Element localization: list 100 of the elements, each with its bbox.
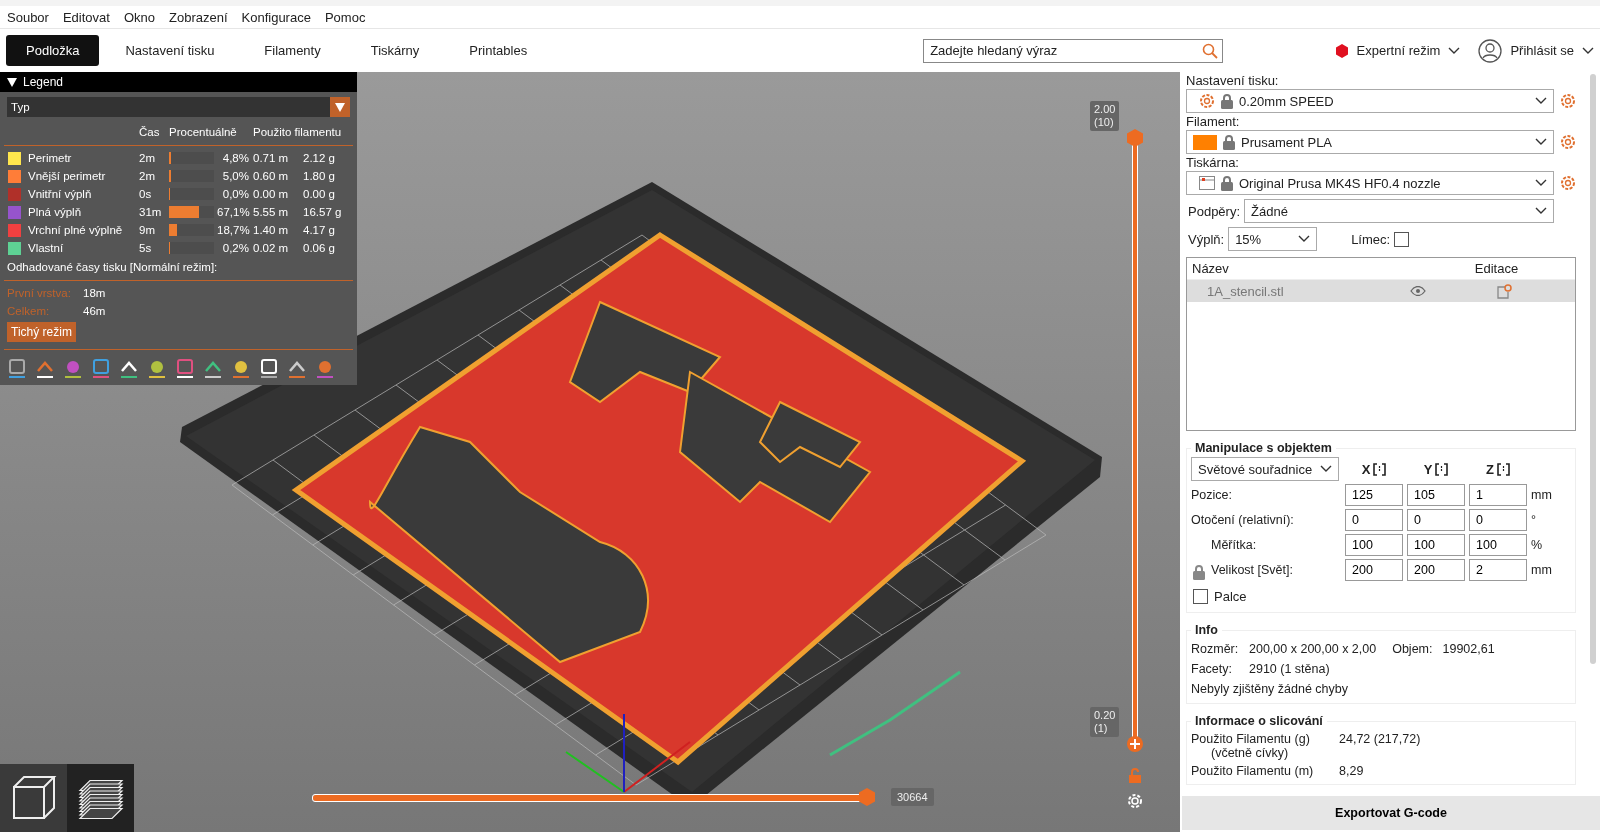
- export-gcode-button[interactable]: Exportovat G-code: [1182, 796, 1600, 830]
- edit-icon[interactable]: [1496, 283, 1512, 299]
- preset-label: Filament:: [1186, 114, 1241, 130]
- 3d-viewport[interactable]: [0, 72, 1180, 832]
- info-label: Objem:: [1392, 642, 1433, 656]
- tab[interactable]: Filamenty: [240, 35, 345, 66]
- percent-value: 0,2%: [221, 242, 250, 254]
- axis-label: Z: [1486, 461, 1494, 477]
- number-field[interactable]: 0: [1469, 509, 1527, 531]
- move-value: 30664: [891, 788, 934, 806]
- number-field[interactable]: 100: [1345, 534, 1403, 556]
- tab[interactable]: Tiskárny: [346, 35, 444, 66]
- length-value: 0.71 m: [253, 152, 290, 164]
- chevron-down-icon: [1320, 465, 1332, 473]
- lock-icon: [1221, 175, 1233, 191]
- percent-value: 4,8%: [221, 152, 250, 164]
- number-field[interactable]: 100: [1469, 534, 1527, 556]
- length-value: 0.00 m: [253, 188, 290, 200]
- menu-item[interactable]: Okno: [123, 9, 155, 25]
- settings-icon[interactable]: [1560, 93, 1576, 109]
- tab[interactable]: Printables: [445, 35, 552, 66]
- time-value: 31m: [139, 206, 163, 218]
- coordinates-dropdown[interactable]: Světové souřadnice: [1191, 457, 1339, 481]
- time-value: 9m: [139, 224, 156, 236]
- dropdown-arrow-icon: [335, 102, 345, 112]
- chevron-down-icon: [1535, 179, 1547, 187]
- weight-value: 0.00 g: [303, 188, 336, 200]
- number-field[interactable]: 0: [1345, 509, 1403, 531]
- unit-label: °: [1531, 513, 1537, 527]
- menu-item[interactable]: Pomoc: [324, 9, 366, 25]
- number-field[interactable]: 125: [1345, 484, 1403, 506]
- menu-item[interactable]: Soubor: [7, 9, 49, 25]
- feature-name: Perimetr: [28, 152, 73, 164]
- feature-name: Vnější perimetr: [28, 170, 107, 182]
- slider-thumb[interactable]: [858, 788, 876, 806]
- drop-to-bed-icon[interactable]: [1435, 462, 1449, 476]
- weight-value: 4.17 g: [303, 224, 336, 236]
- length-value: 0.02 m: [253, 242, 290, 254]
- length-value: 0.60 m: [253, 170, 290, 182]
- layer-label: 2.00 (10): [1090, 101, 1120, 131]
- view-type-dropdown[interactable]: Typ: [7, 97, 350, 117]
- tab[interactable]: Podložka: [6, 35, 100, 66]
- preview-button[interactable]: [67, 764, 134, 832]
- number-field[interactable]: 100: [1407, 534, 1465, 556]
- number-field[interactable]: 200: [1407, 559, 1465, 581]
- legend-title: Legend: [23, 75, 64, 89]
- feature-name: Vlastní: [28, 242, 65, 254]
- feature-name: Plná výplň: [28, 206, 83, 218]
- settings-icon[interactable]: [1126, 792, 1144, 810]
- number-field[interactable]: 1: [1469, 484, 1527, 506]
- preset-dropdown[interactable]: Original Prusa MK4S HF0.4 nozzle: [1186, 171, 1554, 195]
- info-label: Rozměr:: [1191, 642, 1239, 656]
- lock-icon[interactable]: [1193, 565, 1205, 580]
- drop-to-bed-icon[interactable]: [1496, 462, 1510, 476]
- menu-item[interactable]: Zobrazení: [169, 9, 228, 25]
- collapse-triangle-icon[interactable]: [7, 77, 17, 87]
- silent-mode-button[interactable]: Tichý režim: [7, 322, 76, 342]
- time-value: 0s: [139, 188, 153, 200]
- field-label: Měřítka:: [1211, 538, 1258, 552]
- number-field[interactable]: 2: [1469, 559, 1527, 581]
- time-label: První vrstva:: [7, 287, 72, 299]
- layer-slider[interactable]: [1126, 128, 1144, 754]
- preset-label: Tiskárna:: [1186, 155, 1240, 171]
- drop-to-bed-icon[interactable]: [1373, 462, 1387, 476]
- slider-thumb[interactable]: [1126, 129, 1144, 147]
- feature-name: Vnitřní výplň: [28, 188, 93, 200]
- chevron-down-icon: [1535, 207, 1547, 215]
- length-value: 5.55 m: [253, 206, 290, 218]
- weight-value: 0.06 g: [303, 242, 336, 254]
- number-field[interactable]: 0: [1407, 509, 1465, 531]
- preset-dropdown[interactable]: Prusament PLA: [1186, 130, 1554, 154]
- menu-item[interactable]: Editovat: [62, 9, 110, 25]
- info-value: 200,00 x 200,00 x 2,00: [1249, 642, 1377, 656]
- settings-icon[interactable]: [1560, 175, 1576, 191]
- infill-dropdown[interactable]: 15%: [1228, 227, 1318, 251]
- estimate-title: Odhadované časy tisku [Normální režim]:: [6, 260, 219, 275]
- slider-thumb[interactable]: [1126, 735, 1144, 753]
- eye-icon[interactable]: [1410, 286, 1426, 296]
- scrollbar[interactable]: [1590, 74, 1596, 664]
- time-value: 18m: [83, 287, 106, 299]
- menu-item[interactable]: Konfigurace: [241, 9, 311, 25]
- axis-label: X: [1361, 461, 1371, 477]
- weight-value: 2.12 g: [303, 152, 336, 164]
- inches-label: Palce: [1214, 589, 1247, 604]
- chevron-down-icon: [1535, 97, 1547, 105]
- mode-selector[interactable]: Expertní režim: [1356, 43, 1441, 58]
- tab[interactable]: Nastavení tisku: [101, 35, 239, 66]
- lock-icon: [1223, 134, 1235, 150]
- settings-icon[interactable]: [1560, 134, 1576, 150]
- login-button[interactable]: Přihlásit se: [1510, 43, 1574, 58]
- supports-dropdown[interactable]: Žádné: [1244, 199, 1554, 223]
- number-field[interactable]: 105: [1407, 484, 1465, 506]
- info-value: 2910 (1 stěna): [1249, 662, 1330, 676]
- preset-dropdown[interactable]: 0.20mm SPEED: [1186, 89, 1554, 113]
- column-header: Procentuálně: [169, 126, 238, 138]
- inches-checkbox[interactable]: [1193, 589, 1208, 604]
- preset-label: Nastavení tisku:: [1186, 73, 1280, 89]
- brim-checkbox[interactable]: [1394, 231, 1410, 247]
- search-field[interactable]: Zadejte hledaný výraz: [923, 38, 1224, 63]
- number-field[interactable]: 200: [1345, 559, 1403, 581]
